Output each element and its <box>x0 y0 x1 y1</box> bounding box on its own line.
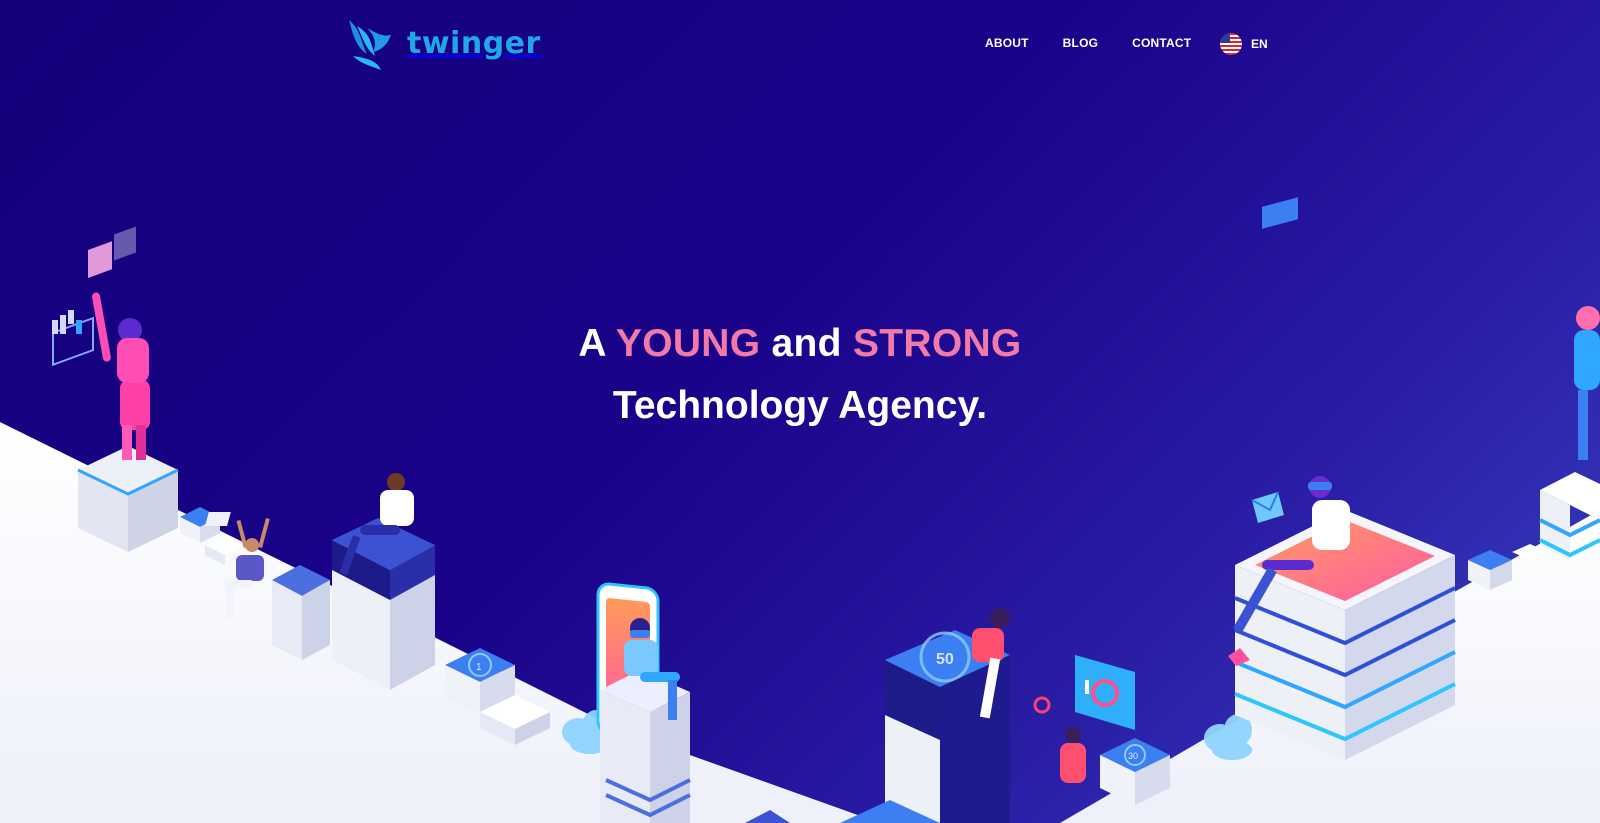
chart-screen-panel <box>1075 655 1135 730</box>
headline-word: and <box>771 322 842 365</box>
dial-number-right: 30 <box>1128 751 1138 761</box>
dial-number-left: 1 <box>476 662 482 673</box>
language-selector[interactable]: EN <box>1220 33 1268 55</box>
brand-logo[interactable]: twinger <box>343 16 541 72</box>
dial-number-center: 50 <box>936 651 954 668</box>
woman-with-vr-figure <box>92 292 150 460</box>
language-label: EN <box>1251 37 1268 51</box>
mail-icon-floating <box>1251 491 1284 523</box>
headline-accent-word: STRONG <box>852 322 1022 365</box>
hero-section: 1 50 30 twinger ABOUT BLOG CONTACT EN A … <box>0 0 1600 823</box>
us-flag-icon <box>1220 33 1242 55</box>
hero-headline-line-1: A YOUNG and STRONG <box>0 322 1600 366</box>
wing-logo-icon <box>349 20 391 70</box>
headline-word: A <box>578 322 606 365</box>
main-navigation: ABOUT BLOG CONTACT <box>985 36 1191 50</box>
brand-name: twinger <box>407 26 541 61</box>
nav-blog-link[interactable]: BLOG <box>1063 36 1098 50</box>
headline-accent-word: YOUNG <box>615 322 761 365</box>
nav-contact-link[interactable]: CONTACT <box>1132 36 1191 50</box>
nav-about-link[interactable]: ABOUT <box>985 36 1029 50</box>
hero-headline-line-2: Technology Agency. <box>612 384 988 427</box>
site-header: twinger ABOUT BLOG CONTACT EN <box>0 0 1600 90</box>
